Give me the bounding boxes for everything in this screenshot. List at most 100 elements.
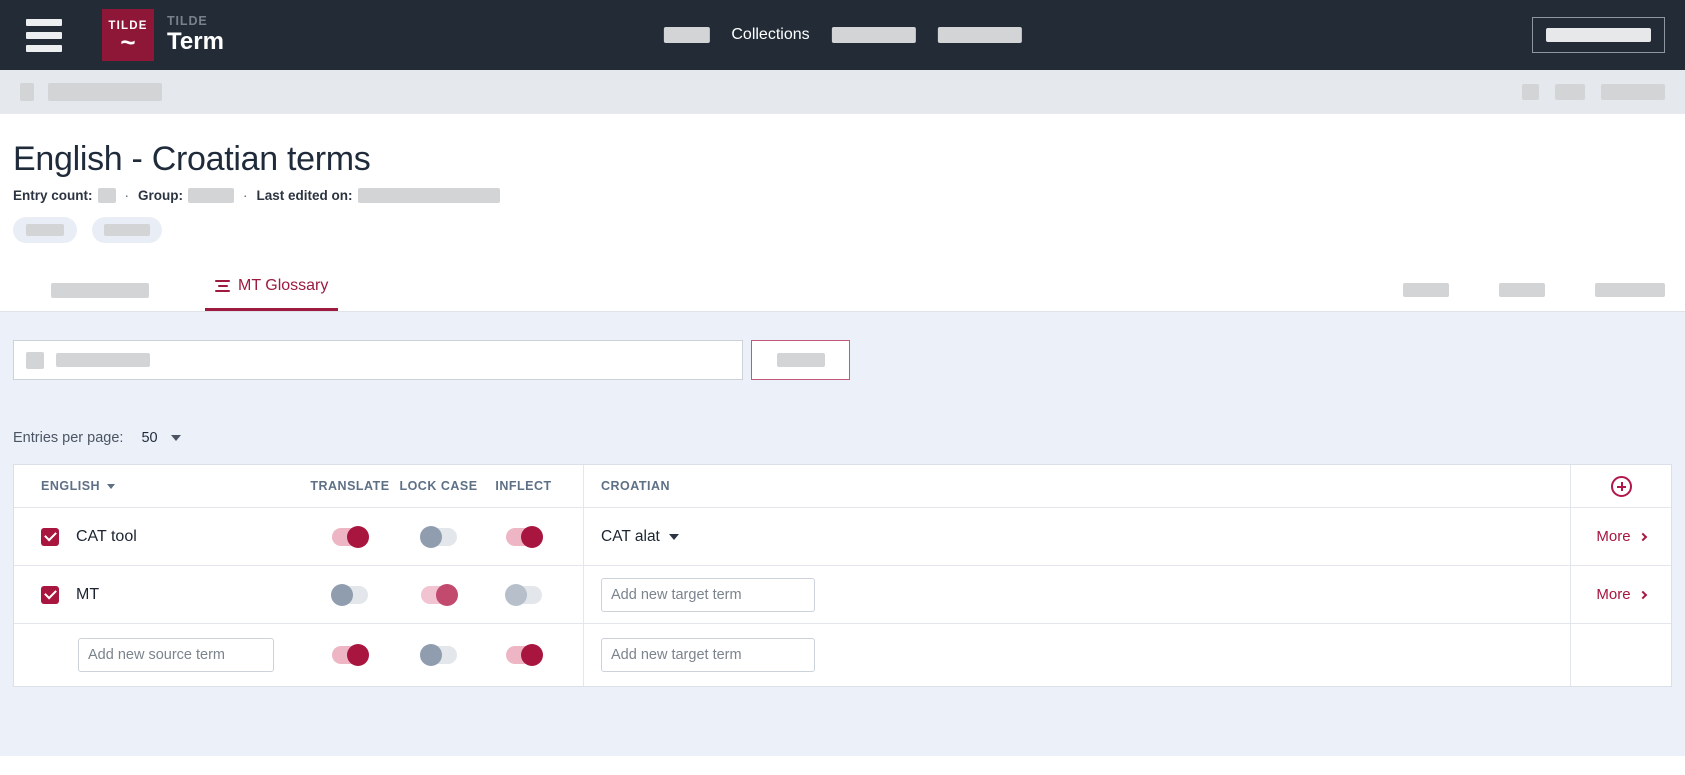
new-source-input[interactable]: Add new source term (78, 638, 274, 672)
page-metadata: Entry count: · Group: · Last edited on: (13, 188, 1672, 203)
brand-title: Term (167, 28, 224, 56)
translate-toggle[interactable] (332, 644, 369, 666)
row-source-term[interactable]: CAT tool (76, 528, 137, 546)
page-title: English - Croatian terms (13, 140, 371, 178)
column-header-translate-label: TRANSLATE (310, 479, 390, 493)
breadcrumb-action-3-redacted[interactable] (1601, 84, 1665, 100)
row-translate-cell (304, 583, 396, 606)
row-more-cell: More (1570, 566, 1671, 623)
breadcrumb-action-1-redacted[interactable] (1522, 84, 1539, 100)
row-checkbox[interactable] (41, 527, 59, 546)
row-more-link[interactable]: More (1596, 528, 1647, 545)
hamburger-line (26, 44, 62, 52)
tag-list (13, 217, 1672, 243)
chevron-right-icon (1638, 532, 1647, 541)
entries-per-page-label: Entries per page: (13, 430, 124, 446)
entries-per-page-control: Entries per page: 50 (13, 430, 1672, 446)
breadcrumb-actions (1522, 84, 1665, 100)
group-label: Group: (138, 188, 183, 203)
hamburger-line (26, 18, 62, 26)
meta-separator: · (124, 188, 130, 203)
search-input[interactable] (13, 340, 743, 380)
tab-action-3-redacted[interactable] (1595, 283, 1665, 297)
breadcrumb-action-2-redacted[interactable] (1555, 84, 1585, 100)
column-header-inflect-label: INFLECT (495, 479, 552, 493)
row-more-cell: More (1570, 508, 1671, 565)
breadcrumb-bar (0, 70, 1685, 114)
row-more-link[interactable]: More (1596, 586, 1647, 603)
row-target-term[interactable]: CAT alat (601, 528, 679, 546)
column-header-english-label: ENGLISH (41, 479, 101, 493)
page-header: English - Croatian terms Entry count: · … (0, 114, 1685, 243)
new-target-input[interactable]: Add new target term (601, 638, 815, 672)
tab-action-1-redacted[interactable] (1403, 283, 1449, 297)
nav-item-redacted-2[interactable] (831, 27, 916, 43)
glossary-panel: Entries per page: 50 ENGLISH TRANSLATE L… (0, 312, 1685, 756)
meta-separator: · (243, 188, 248, 203)
table-row: MT Add new target term More (14, 566, 1671, 624)
last-edited-label: Last edited on: (256, 188, 353, 203)
row-inflect-cell (481, 525, 566, 548)
nav-right-group (1532, 17, 1665, 53)
hamburger-line (26, 31, 62, 39)
entries-per-page-value[interactable]: 50 (141, 430, 157, 446)
lock-case-toggle[interactable] (420, 583, 458, 606)
entry-count-value-redacted (97, 188, 116, 203)
row-lock-case-cell (396, 583, 481, 606)
nav-item-redacted-1[interactable] (663, 27, 710, 43)
tab-mt-glossary-label: MT Glossary (238, 277, 329, 294)
translate-toggle[interactable] (331, 583, 368, 606)
breadcrumb-icon-redacted[interactable] (20, 83, 34, 101)
nav-item-collections[interactable]: Collections (731, 26, 809, 44)
sort-caret-icon[interactable] (107, 483, 116, 489)
tab-redacted[interactable] (41, 269, 159, 311)
nav-item-redacted-3[interactable] (937, 27, 1022, 43)
row-checkbox[interactable] (41, 585, 59, 604)
search-button-label-redacted (776, 353, 825, 367)
entry-count-label: Entry count: (13, 188, 93, 203)
lock-case-toggle[interactable] (419, 644, 457, 666)
column-header-lock-case: LOCK CASE (396, 479, 481, 493)
hamburger-menu-icon[interactable] (26, 18, 62, 52)
column-header-croatian-label: CROATIAN (601, 479, 671, 493)
account-button[interactable] (1532, 17, 1665, 53)
tag-chip-1[interactable] (13, 217, 77, 243)
tab-bar: MT Glossary (0, 263, 1685, 312)
row-target-input[interactable]: Add new target term (601, 577, 815, 612)
translate-toggle[interactable] (332, 525, 369, 548)
tag-chip-1-label-redacted (26, 224, 64, 236)
tab-action-2-redacted[interactable] (1499, 283, 1545, 297)
inflect-toggle[interactable] (505, 525, 543, 548)
row-target-cell: Add new target term (583, 566, 1570, 623)
tab-mt-glossary[interactable]: MT Glossary (205, 263, 339, 311)
last-edited-value-redacted (357, 188, 500, 203)
tab-bar-actions (1403, 283, 1665, 297)
brand-logo[interactable]: TILDE ~ TILDE Term (102, 9, 224, 61)
lock-case-toggle[interactable] (419, 525, 457, 548)
row-lock-case-cell (396, 525, 481, 548)
row-translate-cell (304, 525, 396, 548)
new-entry-row: Add new source term Add new target term (14, 624, 1671, 686)
search-row (13, 340, 1672, 380)
row-source-term[interactable]: MT (76, 586, 99, 604)
column-header-english[interactable]: ENGLISH (14, 479, 304, 493)
chevron-down-icon[interactable] (170, 435, 181, 441)
target-dropdown-caret-icon[interactable] (668, 533, 679, 540)
circle-plus-icon[interactable] (1610, 475, 1632, 497)
group-value-redacted (188, 188, 234, 203)
tag-chip-2[interactable] (92, 217, 162, 243)
tilde-wave-icon: ~ (120, 27, 136, 58)
new-row-more-cell (1570, 624, 1671, 686)
breadcrumb-label-redacted[interactable] (48, 83, 162, 101)
inflect-toggle[interactable] (504, 583, 542, 606)
row-inflect-cell (481, 583, 566, 606)
brand-subtitle: TILDE (167, 14, 208, 29)
row-more-label: More (1596, 528, 1631, 545)
column-header-croatian: CROATIAN (583, 465, 1570, 507)
search-placeholder-redacted (56, 353, 150, 367)
inflect-toggle[interactable] (505, 644, 543, 666)
column-header-inflect: INFLECT (481, 479, 566, 493)
search-icon (26, 351, 44, 369)
tag-chip-2-label-redacted (104, 224, 150, 236)
search-button[interactable] (751, 340, 850, 380)
